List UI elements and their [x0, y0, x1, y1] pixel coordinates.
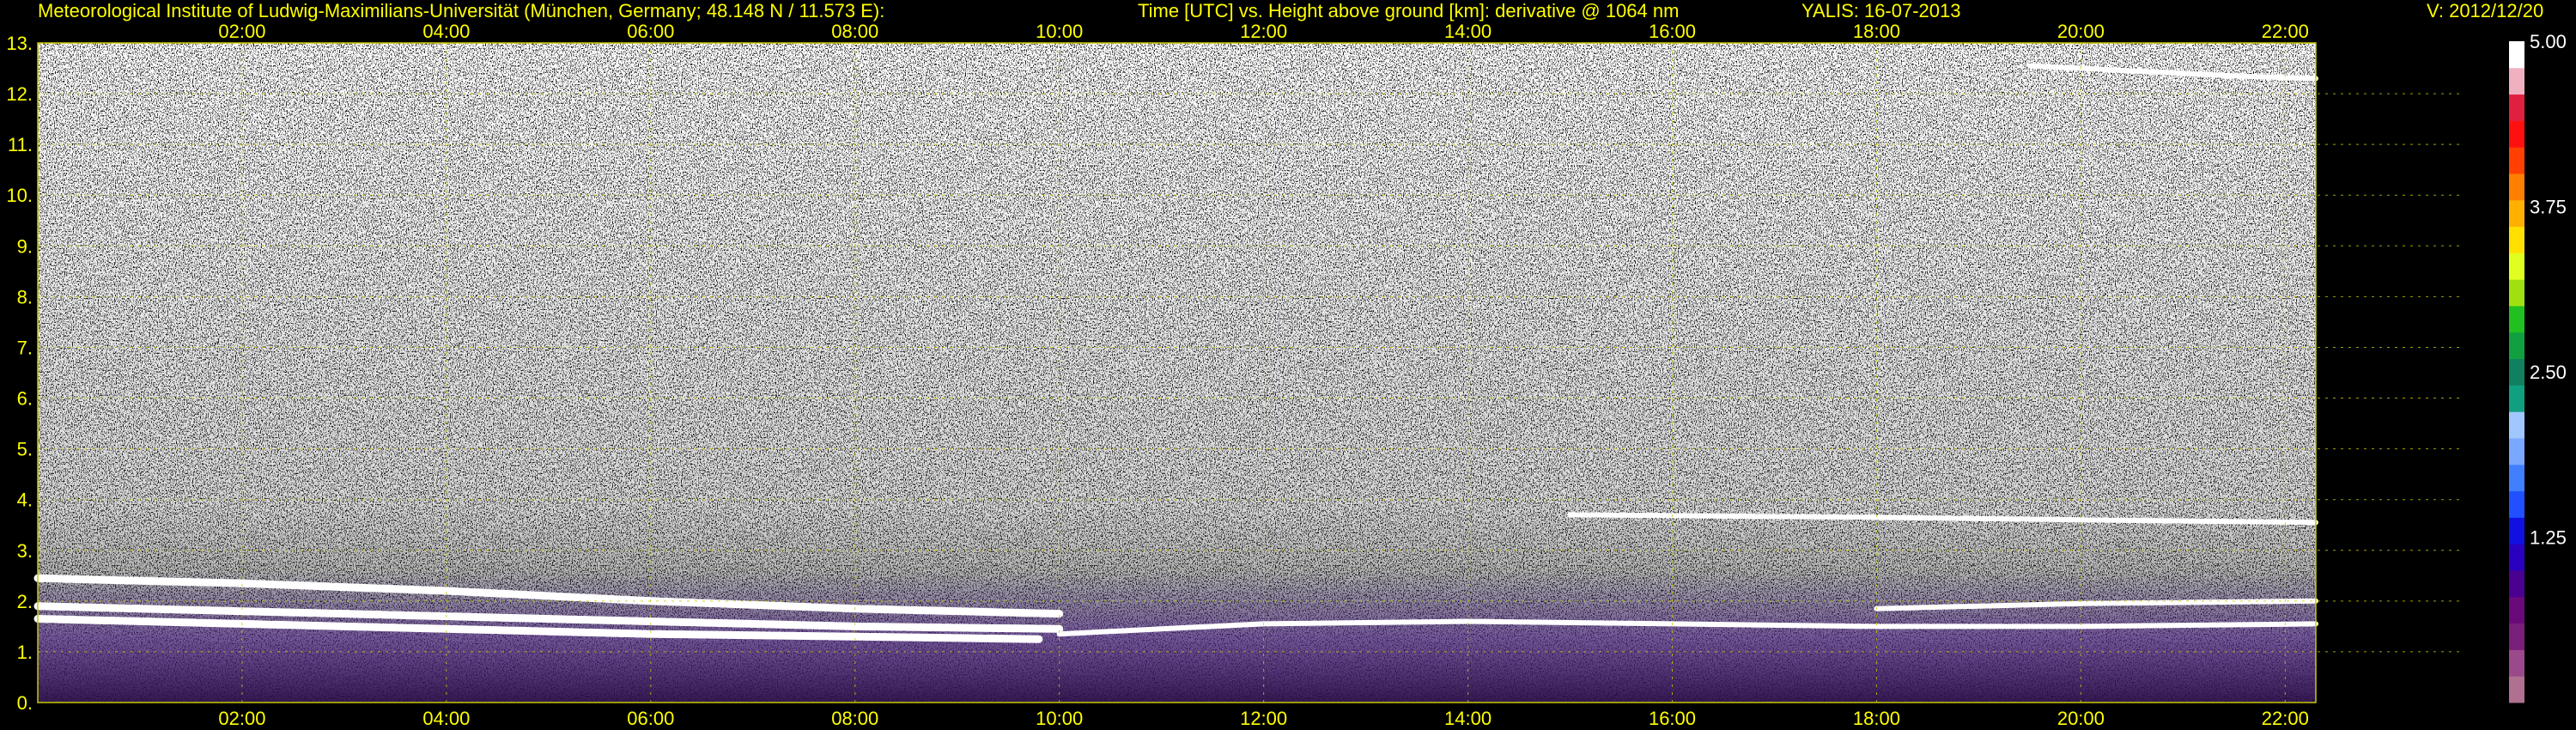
x-tick-label-top: 22:00 — [2262, 21, 2309, 42]
lidar-chart: 0. 1. 2. 3. 4. 5. 6. 7. 8. 9. 10. 11. 12. 13. 02:00 04… — [6, 21, 2567, 729]
y-tick-label: 2. — [17, 591, 33, 612]
y-tick-label: 9. — [17, 235, 33, 257]
x-tick-label-bottom: 06:00 — [627, 708, 674, 729]
x-tick-label-bottom: 12:00 — [1240, 708, 1287, 729]
x-tick-label-top: 08:00 — [831, 21, 878, 42]
colorbar-segment — [2509, 279, 2524, 307]
y-tick-label: 10. — [6, 185, 33, 206]
colorbar-segment — [2509, 147, 2524, 174]
colorbar-segment — [2509, 199, 2524, 228]
colorbar-segment — [2509, 570, 2524, 598]
y-tick-label: 1. — [17, 642, 33, 663]
x-tick-label-top: 14:00 — [1444, 21, 1492, 42]
y-tick-label: 4. — [17, 490, 33, 511]
colorbar — [2509, 41, 2524, 703]
x-tick-label-top: 16:00 — [1649, 21, 1696, 42]
colorbar-segment — [2509, 67, 2524, 95]
y-tick-label: 5. — [17, 439, 33, 460]
colorbar-segment — [2509, 411, 2524, 439]
y-axis: 0. 1. 2. 3. 4. 5. 6. 7. 8. 9. 10. 11. 12. 13. — [6, 33, 33, 714]
y-tick-label: 8. — [17, 286, 33, 307]
colorbar-segment — [2509, 358, 2524, 386]
x-tick-label-bottom: 04:00 — [422, 708, 470, 729]
x-tick-label-top: 06:00 — [627, 21, 674, 42]
colorbar-segment — [2509, 544, 2524, 571]
x-tick-label-top: 10:00 — [1036, 21, 1083, 42]
y-tick-label: 12. — [6, 83, 33, 105]
colorbar-tick-label: 1.25 — [2530, 527, 2567, 549]
x-tick-label-top: 04:00 — [422, 21, 470, 42]
y-tick-label: 3. — [17, 540, 33, 562]
x-tick-label-bottom: 10:00 — [1036, 708, 1083, 729]
colorbar-segment — [2509, 306, 2524, 333]
colorbar-segment — [2509, 332, 2524, 360]
y-tick-label: 6. — [17, 388, 33, 410]
x-tick-label-bottom: 18:00 — [1853, 708, 1900, 729]
colorbar-segment — [2509, 676, 2524, 703]
y-tick-label: 0. — [17, 692, 33, 714]
x-tick-label-bottom: 22:00 — [2262, 708, 2309, 729]
x-tick-label-bottom: 16:00 — [1649, 708, 1696, 729]
colorbar-segment — [2509, 623, 2524, 650]
x-axis-top: 02:00 04:00 06:00 08:00 10:00 12:00 14:00 16:00… — [218, 21, 2308, 42]
x-tick-label-top: 18:00 — [1853, 21, 1900, 42]
colorbar-segment — [2509, 385, 2524, 412]
colorbar-segment — [2509, 94, 2524, 121]
colorbar-tick-label: 3.75 — [2530, 197, 2567, 218]
colorbar-tick-label: 2.50 — [2530, 362, 2567, 383]
plot-area — [33, 42, 2464, 703]
colorbar-segment — [2509, 226, 2524, 253]
colorbar-segment — [2509, 438, 2524, 465]
colorbar-segment — [2509, 41, 2524, 69]
x-tick-label-bottom: 02:00 — [218, 708, 265, 729]
x-tick-label-bottom: 14:00 — [1444, 708, 1492, 729]
y-tick-label: 7. — [17, 337, 33, 358]
y-tick-label: 11. — [8, 134, 33, 155]
x-tick-label-top: 20:00 — [2057, 21, 2105, 42]
colorbar-segment — [2509, 490, 2524, 518]
colorbar-segment — [2509, 120, 2524, 148]
y-tick-label: 13. — [6, 33, 33, 54]
x-tick-label-bottom: 08:00 — [831, 708, 878, 729]
colorbar-tick-label: 5.00 — [2530, 31, 2567, 52]
colorbar-segment — [2509, 173, 2524, 201]
x-tick-label-top: 12:00 — [1240, 21, 1287, 42]
colorbar-segment — [2509, 649, 2524, 677]
colorbar-segment — [2509, 252, 2524, 280]
colorbar-segment — [2509, 596, 2524, 624]
x-tick-label-top: 02:00 — [218, 21, 265, 42]
x-tick-label-bottom: 20:00 — [2057, 708, 2105, 729]
colorbar-segment — [2509, 464, 2524, 492]
colorbar-segment — [2509, 517, 2524, 544]
colorbar-labels: 1.25 2.50 3.75 5.00 — [2530, 31, 2567, 549]
x-axis-bottom: 02:00 04:00 06:00 08:00 10:00 12:00 14:00 16:00… — [218, 708, 2308, 729]
